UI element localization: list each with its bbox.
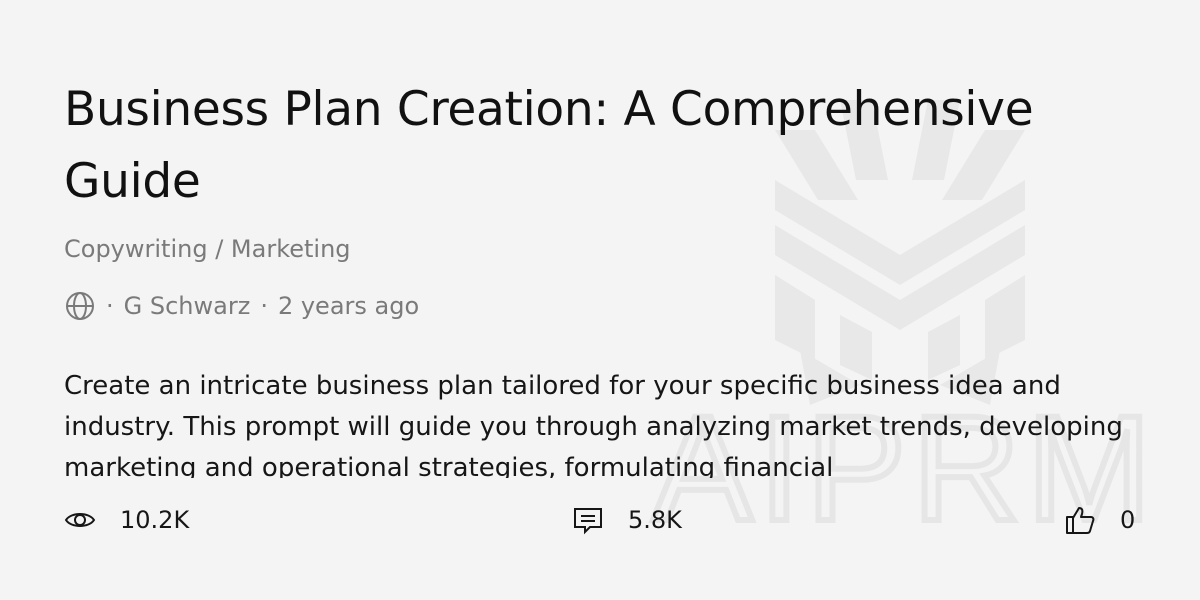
- page-title[interactable]: Business Plan Creation: A Comprehensive …: [64, 74, 1144, 218]
- likes-count: 0: [1120, 506, 1136, 534]
- eye-icon: [64, 504, 96, 536]
- meta-row: · G Schwarz · 2 years ago: [64, 289, 419, 323]
- globe-icon: [64, 290, 96, 322]
- comments-count: 5.8K: [628, 506, 682, 534]
- meta-separator: ·: [260, 292, 268, 320]
- category-label: Copywriting / Marketing: [64, 235, 351, 263]
- comment-icon: [572, 504, 604, 536]
- like-button[interactable]: 0: [1064, 502, 1135, 538]
- meta-separator: ·: [106, 292, 114, 320]
- comments-stat: 5.8K: [572, 502, 682, 538]
- author-link[interactable]: G Schwarz: [124, 289, 251, 323]
- post-age: 2 years ago: [277, 292, 420, 320]
- views-stat: 10.2K: [64, 502, 189, 538]
- stats-row: 10.2K 5.8K 0: [64, 502, 1144, 538]
- views-count: 10.2K: [120, 506, 190, 534]
- thumbs-up-icon[interactable]: [1064, 504, 1096, 536]
- prompt-card[interactable]: AIPRM Business Plan Creation: A Comprehe…: [0, 0, 1200, 600]
- prompt-description: Create an intricate business plan tailor…: [64, 371, 1123, 478]
